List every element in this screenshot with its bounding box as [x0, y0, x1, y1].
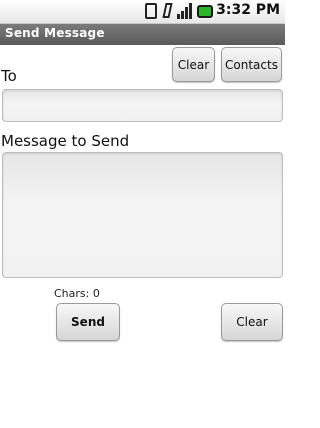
clear-message-button[interactable]: Clear	[221, 303, 283, 341]
signal-icon	[177, 3, 193, 19]
message-field[interactable]	[2, 152, 283, 278]
title-bar: Send Message	[0, 24, 285, 45]
status-clock: 3:32 PM	[216, 2, 280, 18]
battery-icon	[197, 5, 213, 18]
to-field[interactable]	[2, 89, 283, 122]
char-count: Chars: 0	[54, 287, 100, 300]
message-label: Message to Send	[1, 132, 130, 150]
sd-card-icon	[145, 3, 157, 19]
to-label: To	[1, 67, 17, 85]
status-bar: 3:32 PM	[0, 0, 285, 24]
status-icons	[145, 3, 213, 19]
send-button[interactable]: Send	[56, 303, 120, 341]
clear-recipient-button[interactable]: Clear	[172, 47, 215, 82]
app-title: Send Message	[5, 26, 105, 40]
vibrate-icon	[161, 3, 173, 19]
contacts-button[interactable]: Contacts	[221, 47, 282, 82]
